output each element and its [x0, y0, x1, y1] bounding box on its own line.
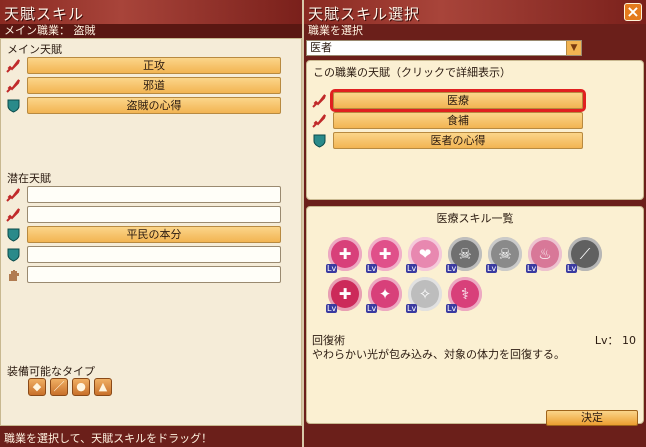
- footer-hint: 職業を選択して、天賦スキルをドラッグ！: [0, 426, 302, 447]
- slot-label[interactable]: 正攻: [27, 57, 281, 74]
- dagger-icon: ／: [50, 378, 68, 396]
- main-talent-label: メイン天賦: [7, 43, 62, 56]
- sword-icon: [5, 58, 21, 73]
- latent-talent-slot[interactable]: 平民の本分: [5, 226, 281, 243]
- talent-slots-panel: メイン天賦 正攻 邪道 盗賊の心得 潜在天賦 平民の本分 装備可能なタイプ: [0, 38, 302, 426]
- latent-talent-slot[interactable]: [5, 186, 281, 203]
- latent-talent-slot[interactable]: [5, 246, 281, 263]
- latent-talent-label: 潜在天賦: [7, 172, 51, 185]
- shield-icon: [311, 133, 327, 148]
- hand-icon: [5, 267, 21, 282]
- skull-icon[interactable]: ☠ Lv: [486, 237, 522, 273]
- sword-icon: [5, 78, 21, 93]
- selected-job-value: 医者: [310, 41, 332, 54]
- talent-panel-title: この職業の天賦（クリックで詳細表示）: [313, 66, 511, 79]
- sword-icon: [311, 113, 327, 128]
- slot-label[interactable]: 邪道: [27, 77, 281, 94]
- close-icon[interactable]: ×: [624, 3, 642, 21]
- slot-label[interactable]: [27, 186, 281, 203]
- recovery-cross-icon[interactable]: ✚ Lv: [326, 277, 362, 313]
- talent-skill-window: 天賦スキル メイン職業： 盗賊 メイン天賦 正攻 邪道 盗賊の心得 潜在天賦 平…: [0, 0, 302, 447]
- robe-icon: ▲: [94, 378, 112, 396]
- main-job-line: メイン職業： 盗賊: [0, 24, 302, 38]
- skull-icon[interactable]: ☠ Lv: [446, 237, 482, 273]
- latent-talent-slot[interactable]: [5, 206, 281, 223]
- select-job-label: 職業を選択: [308, 24, 363, 37]
- slot-label[interactable]: 平民の本分: [27, 226, 281, 243]
- flask-icon[interactable]: ♨ Lv: [526, 237, 562, 273]
- talent-label[interactable]: 医者の心得: [333, 132, 583, 149]
- talent-select-window: 天賦スキル選択 × 職業を選択 医者 ▼ この職業の天賦（クリックで詳細表示） …: [304, 0, 646, 447]
- window-title: 天賦スキル: [0, 0, 302, 24]
- sword-icon: [5, 207, 21, 222]
- medical-syringe-icon[interactable]: ✚ Lv: [326, 237, 362, 273]
- chevron-down-icon[interactable]: ▼: [566, 41, 581, 55]
- slot-label[interactable]: [27, 266, 281, 283]
- sword-icon: [5, 187, 21, 202]
- medical-cross-icon[interactable]: ✚ Lv: [366, 237, 402, 273]
- window-footer: [304, 428, 646, 447]
- slot-label[interactable]: [27, 246, 281, 263]
- talent-option[interactable]: 食補: [311, 112, 585, 129]
- skill-level: Lv： 10: [594, 334, 636, 347]
- talent-option[interactable]: 医者の心得: [311, 132, 585, 149]
- shield-icon: [5, 98, 21, 113]
- main-talent-slot[interactable]: 邪道: [5, 77, 281, 94]
- latent-talent-slot[interactable]: [5, 266, 281, 283]
- slot-label[interactable]: 盗賊の心得: [27, 97, 281, 114]
- confirm-button[interactable]: 決定: [546, 410, 638, 426]
- shield-icon: [5, 247, 21, 262]
- silver-wing-icon[interactable]: ✧ Lv: [406, 277, 442, 313]
- angel-icon[interactable]: ✦ Lv: [366, 277, 402, 313]
- heart-heal-icon[interactable]: ❤ Lv: [406, 237, 442, 273]
- head-armor-icon: ◆: [28, 378, 46, 396]
- window-title: 天賦スキル選択: [304, 0, 646, 24]
- shield-icon: [5, 227, 21, 242]
- slot-label[interactable]: [27, 206, 281, 223]
- main-talent-slot[interactable]: 正攻: [5, 57, 281, 74]
- caduceus-icon[interactable]: ⚕ Lv: [446, 277, 482, 313]
- talent-option[interactable]: 医療: [311, 89, 586, 112]
- talent-label[interactable]: 食補: [333, 112, 583, 129]
- sword-icon: [311, 93, 327, 108]
- main-talent-slot[interactable]: 盗賊の心得: [5, 97, 281, 114]
- talent-label-selected[interactable]: 医療: [330, 89, 586, 112]
- bowl-icon: ●: [72, 378, 90, 396]
- equip-type-label: 装備可能なタイプ: [7, 365, 95, 378]
- skill-description: やわらかい光が包み込み、対象の体力を回復する。: [312, 348, 565, 361]
- needle-icon[interactable]: ⟋ Lv: [566, 237, 602, 273]
- skill-list-title: 医療スキル一覧: [436, 212, 514, 225]
- job-talent-panel: この職業の天賦（クリックで詳細表示） 医療 食補 医者の心得: [306, 60, 644, 200]
- job-select-dropdown[interactable]: 医者 ▼: [306, 40, 582, 56]
